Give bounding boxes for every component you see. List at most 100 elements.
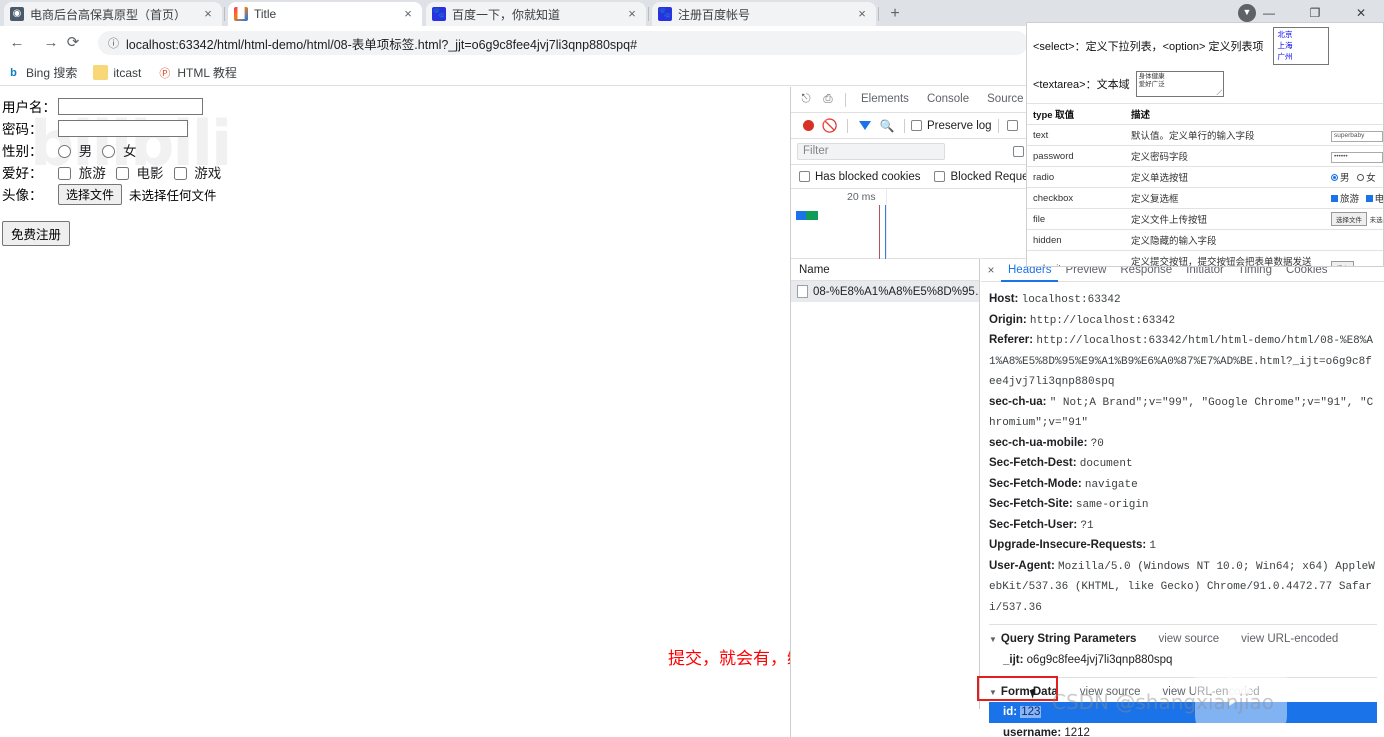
view-url-encoded-link[interactable]: view URL-encoded bbox=[1163, 683, 1260, 703]
demo-password-input[interactable]: •••••• bbox=[1331, 151, 1383, 163]
form-row-password: 密码： bbox=[2, 117, 790, 139]
forward-button[interactable]: → bbox=[40, 32, 62, 54]
hobby-option-label: 游戏 bbox=[194, 166, 222, 181]
browser-tab-3[interactable]: 🐾 注册百度帐号 × bbox=[652, 2, 876, 26]
demo-submit-button[interactable]: 提交 bbox=[1331, 261, 1354, 266]
resize-grip-icon[interactable] bbox=[1215, 89, 1222, 95]
table-header-row: type 取值 描述 bbox=[1027, 103, 1383, 125]
idea-icon: █ bbox=[234, 7, 248, 21]
param-value: 123 bbox=[1020, 706, 1042, 718]
tab-console[interactable]: Console bbox=[918, 87, 978, 112]
demo-checkbox-movie-icon[interactable] bbox=[1365, 195, 1373, 202]
demo-choose-file-button[interactable]: 选择文件 bbox=[1331, 212, 1367, 226]
demo-radio-male-icon[interactable] bbox=[1331, 174, 1338, 181]
select-option[interactable]: 广州 bbox=[1277, 52, 1292, 61]
browser-tab-1[interactable]: █ Title × bbox=[228, 2, 422, 26]
reload-button[interactable]: ⟳ bbox=[62, 32, 84, 54]
has-blocked-cookies-checkbox[interactable]: Has blocked cookies bbox=[799, 171, 920, 183]
info-circle-icon[interactable]: ⓘ bbox=[108, 35, 119, 51]
search-icon[interactable]: 🔍 bbox=[876, 116, 898, 136]
header-key: sec-ch-ua: bbox=[989, 395, 1047, 408]
demo-radio-female-icon[interactable] bbox=[1357, 174, 1365, 181]
divider bbox=[904, 118, 905, 133]
city-select[interactable]: 北京 上海 广州 bbox=[1273, 27, 1330, 65]
form-data-row-username[interactable]: username: 1212 bbox=[989, 723, 1377, 737]
bookmark-bing[interactable]: b Bing 搜索 bbox=[6, 64, 77, 81]
browser-tab-0[interactable]: ◉ 电商后台高保真原型（首页） × bbox=[4, 2, 222, 26]
gender-option-label: 男 bbox=[78, 144, 93, 159]
demo-cell: 提交 bbox=[1325, 250, 1383, 266]
filter-input[interactable]: Filter bbox=[797, 143, 945, 160]
checkbox-box bbox=[934, 171, 946, 182]
browser-tab-2[interactable]: 🐾 百度一下，你就知道 × bbox=[426, 2, 646, 26]
bing-icon: b bbox=[10, 66, 17, 79]
inspect-cursor-icon[interactable]: ⎋ bbox=[795, 90, 817, 110]
tab-close-button[interactable]: × bbox=[854, 6, 870, 22]
demo-checkbox-travel-icon[interactable] bbox=[1331, 195, 1338, 202]
avatar-label: 头像： bbox=[2, 188, 43, 203]
select-option[interactable]: 北京 bbox=[1277, 30, 1292, 39]
address-bar[interactable]: ⓘ localhost:63342/html/html-demo/html/08… bbox=[98, 31, 1028, 55]
device-toolbar-icon[interactable]: ⎙ bbox=[817, 90, 839, 110]
view-source-link[interactable]: view source bbox=[1158, 630, 1219, 650]
hobby-checkbox-travel[interactable]: 旅游 bbox=[58, 162, 106, 182]
hobby-checkbox-game-input[interactable] bbox=[173, 167, 187, 180]
form-row-hobby: 爱好： 旅游 电影 游戏 bbox=[2, 161, 790, 183]
network-request-list: Name 08-%E8%A1%A8%E5%8D%95… 1 requests 1… bbox=[791, 259, 980, 709]
header-row: sec-ch-ua-mobile: ?0 bbox=[989, 434, 1377, 455]
tab-sources[interactable]: Source bbox=[978, 87, 1032, 112]
gender-radio-male[interactable]: 男 bbox=[58, 140, 92, 160]
hobby-option-label: 电影 bbox=[136, 166, 164, 181]
header-row: Sec-Fetch-Dest: document bbox=[989, 454, 1377, 475]
query-string-section-header[interactable]: ▼ Query String Parameters view source vi… bbox=[989, 624, 1377, 650]
gender-radio-male-input[interactable] bbox=[58, 145, 71, 158]
new-tab-button[interactable]: + bbox=[884, 4, 906, 24]
bookmark-itcast[interactable]: itcast bbox=[93, 65, 141, 80]
tab-close-button[interactable]: × bbox=[624, 6, 640, 22]
hobby-checkbox-travel-input[interactable] bbox=[58, 167, 71, 180]
tab-close-button[interactable]: × bbox=[200, 6, 216, 22]
gender-option-label: 女 bbox=[123, 144, 137, 159]
password-input[interactable] bbox=[58, 119, 188, 137]
header-key: Sec-Fetch-Mode: bbox=[989, 477, 1082, 490]
disable-cache-checkbox[interactable] bbox=[1006, 120, 1018, 131]
filter-funnel-icon[interactable] bbox=[854, 116, 876, 136]
view-url-encoded-link[interactable]: view URL-encoded bbox=[1241, 630, 1338, 650]
form-data-section-header[interactable]: ▼ Form Data view source view URL-encoded bbox=[989, 676, 1377, 703]
request-list-row[interactable]: 08-%E8%A1%A8%E5%8D%95… bbox=[791, 281, 979, 302]
header-row: sec-ch-ua: " Not;A Brand";v="99", "Googl… bbox=[989, 393, 1377, 434]
gender-radio-female[interactable]: 女 bbox=[102, 140, 137, 160]
register-submit-button[interactable]: 免费注册 bbox=[2, 221, 71, 246]
bookmark-html-tutorial[interactable]: Ⓟ HTML 教程 bbox=[157, 64, 237, 81]
desc-cell: 定义文件上传按钮 bbox=[1125, 208, 1325, 230]
select-doc-line: <select>：定义下拉列表，<option> 定义列表项 北京 上海 广州 bbox=[1027, 23, 1383, 65]
tab-close-button[interactable]: × bbox=[400, 6, 416, 22]
record-icon[interactable] bbox=[797, 116, 819, 136]
tab-separator bbox=[648, 7, 649, 21]
form-reference-overlay: <select>：定义下拉列表，<option> 定义列表项 北京 上海 广州 … bbox=[1026, 22, 1384, 267]
type-cell: password bbox=[1027, 145, 1125, 167]
username-input[interactable] bbox=[58, 97, 203, 115]
hobby-checkbox-game[interactable]: 游戏 bbox=[173, 162, 222, 182]
choose-file-button[interactable]: 选择文件 bbox=[58, 183, 123, 205]
globe-icon: ◉ bbox=[10, 7, 24, 21]
back-button[interactable]: ← bbox=[6, 32, 28, 54]
form-data-row-id[interactable]: id: 123 bbox=[989, 702, 1377, 723]
preserve-log-label: Preserve log bbox=[927, 119, 992, 132]
tab-title: 电商后台高保真原型（首页） bbox=[30, 7, 187, 22]
gender-radio-female-input[interactable] bbox=[102, 145, 116, 158]
demo-text-input[interactable]: superbaby bbox=[1331, 130, 1383, 142]
divider bbox=[997, 118, 999, 133]
select-option[interactable]: 上海 bbox=[1277, 41, 1292, 50]
demo-textarea[interactable]: 身体健康 爱好广泛 bbox=[1135, 71, 1224, 97]
tab-elements[interactable]: Elements bbox=[852, 87, 918, 112]
clear-icon[interactable]: 🚫 bbox=[819, 116, 841, 136]
request-list-header[interactable]: Name bbox=[791, 259, 979, 281]
table-row: checkbox 定义复选框 旅游 电影 游戏 bbox=[1027, 187, 1383, 209]
table-row: file 定义文件上传按钮 选择文件 未选择任何文件 bbox=[1027, 208, 1383, 230]
hobby-checkbox-movie[interactable]: 电影 bbox=[115, 162, 164, 182]
hobby-checkbox-movie-input[interactable] bbox=[115, 167, 129, 180]
close-icon[interactable]: × bbox=[981, 263, 1001, 277]
preserve-log-checkbox[interactable]: Preserve log bbox=[911, 120, 992, 132]
view-source-link[interactable]: view source bbox=[1080, 683, 1141, 703]
